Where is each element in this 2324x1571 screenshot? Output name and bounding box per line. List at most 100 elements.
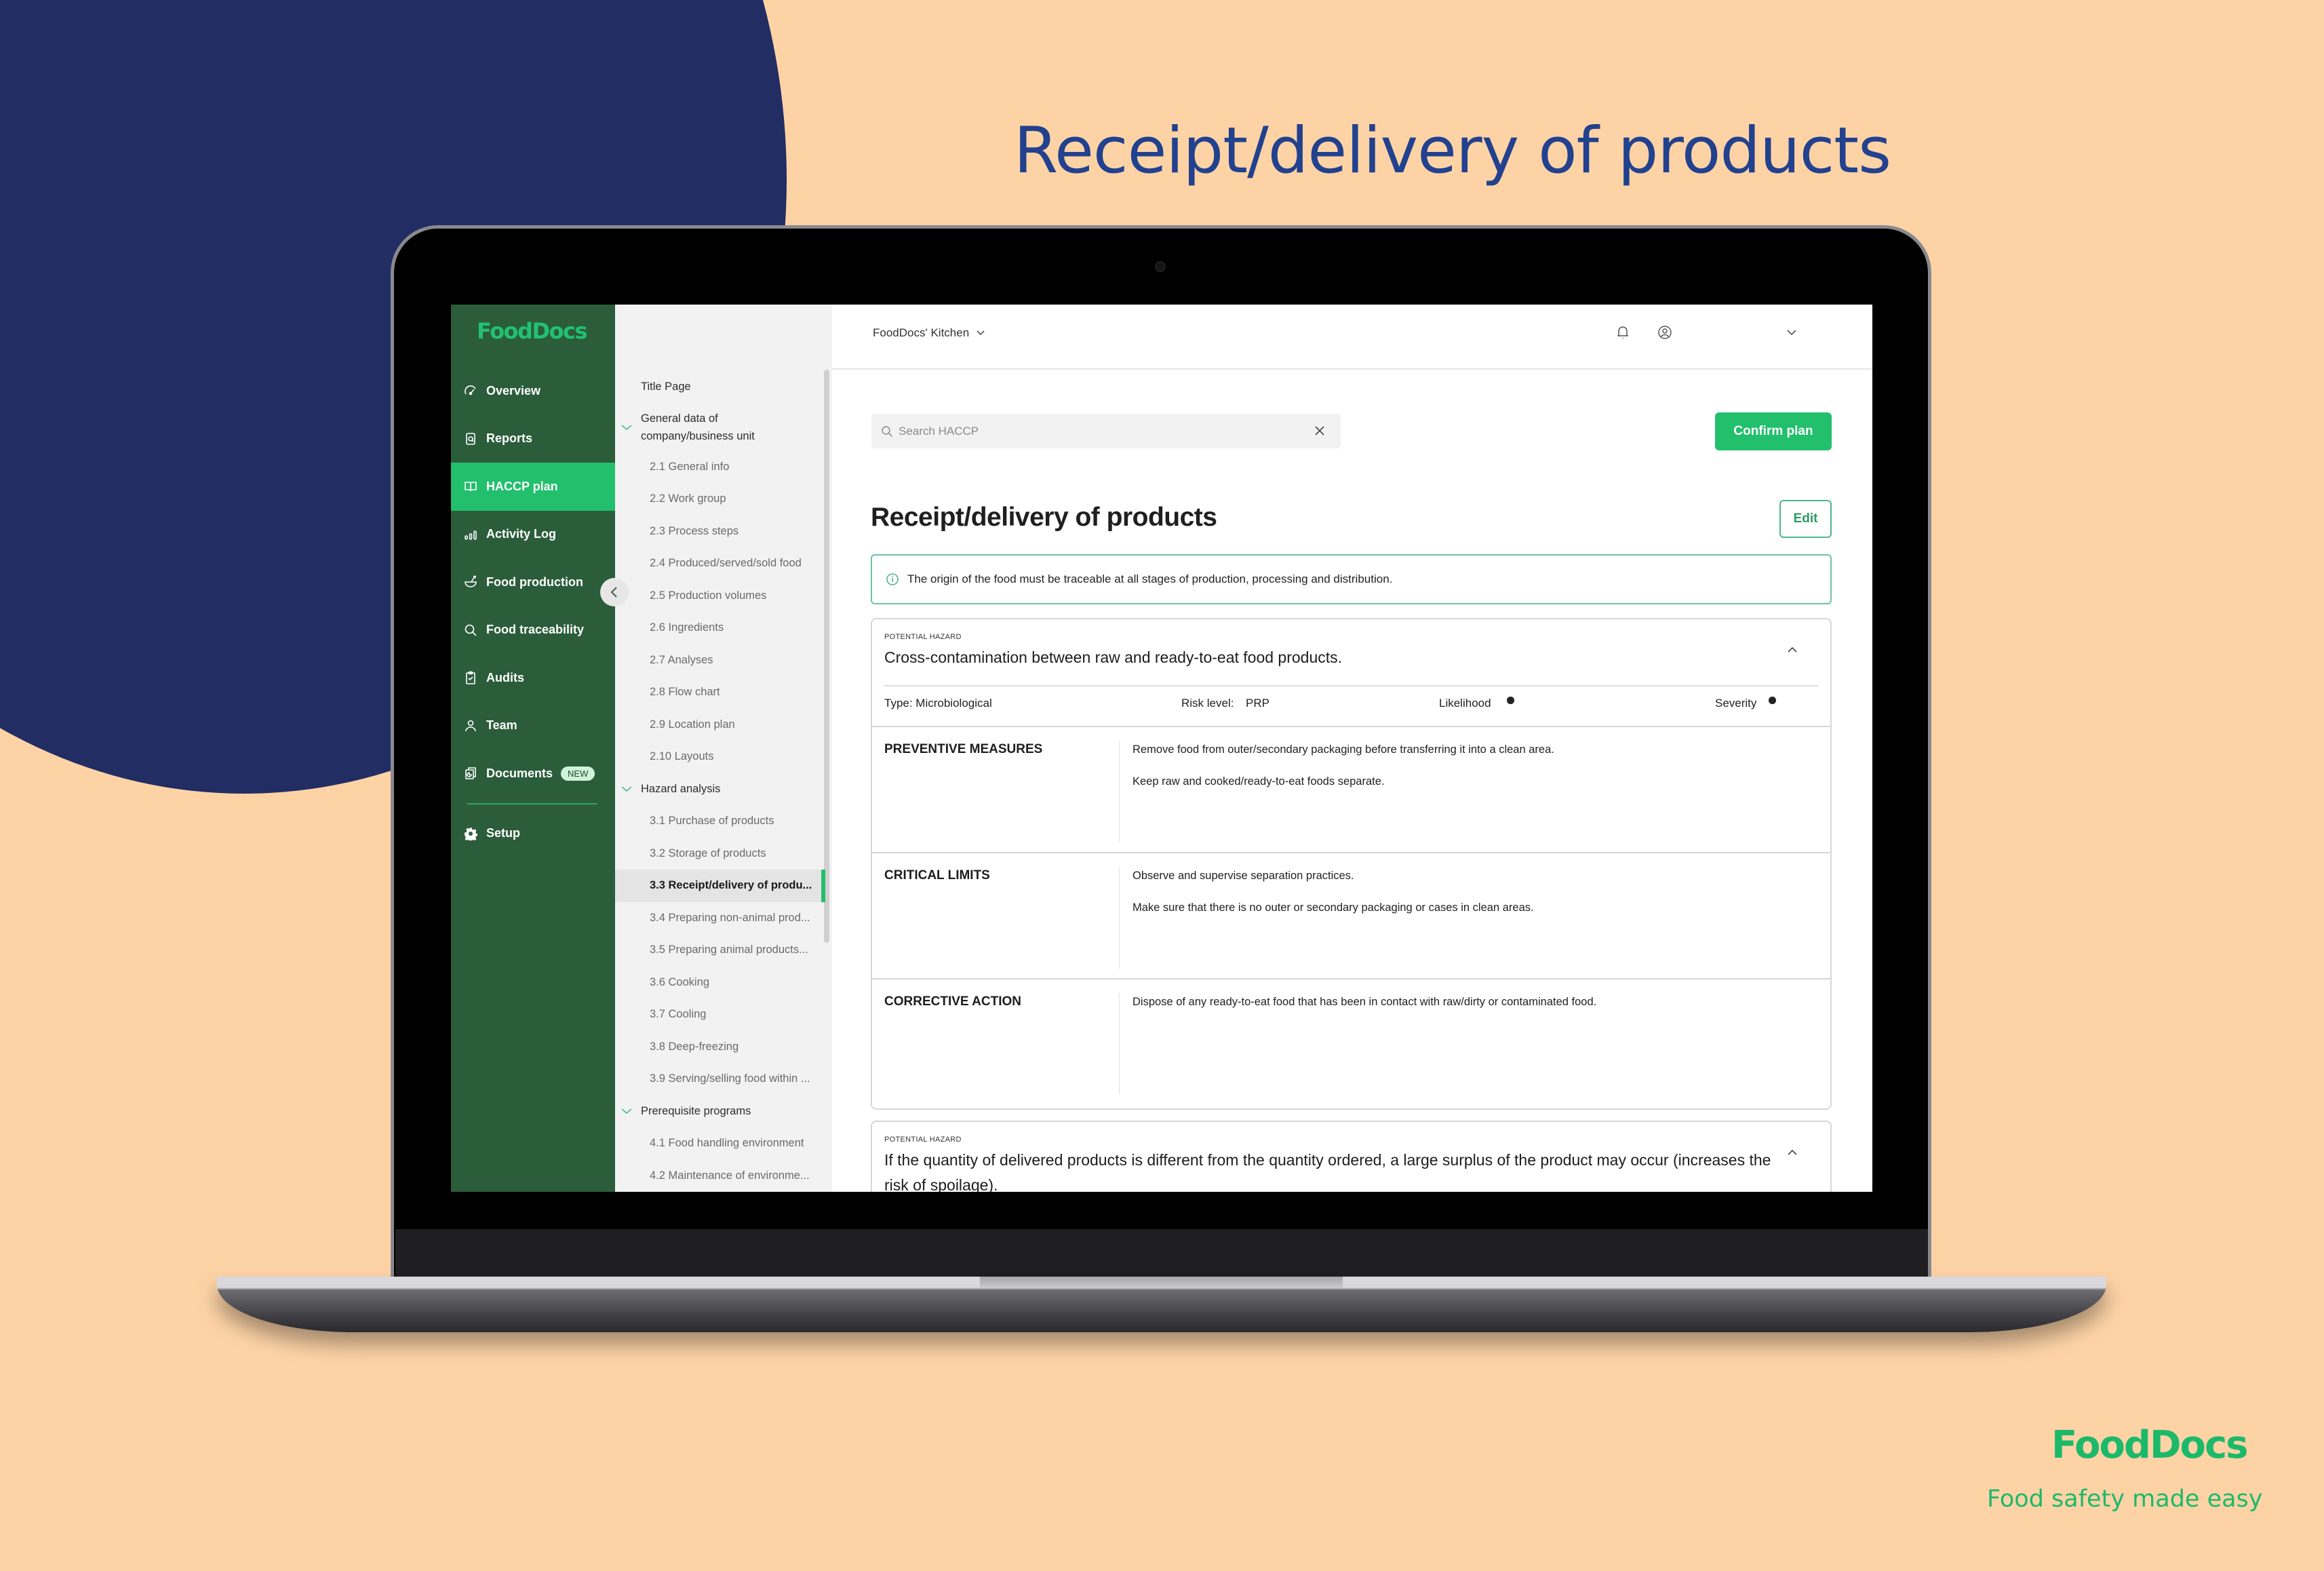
sidebar-item-label: Setup — [486, 826, 521, 840]
sidebar-item-label: Team — [486, 718, 517, 733]
hazard-title: If the quantity of delivered products is… — [884, 1151, 1771, 1192]
toc-item[interactable]: 2.6 Ingredients — [615, 612, 819, 644]
toc-item[interactable]: 2.4 Produced/served/sold food — [615, 547, 819, 580]
row-line: Remove food from outer/secondary packagi… — [1133, 743, 1554, 756]
bar-chart-icon — [463, 527, 478, 542]
sidebar-item-documents[interactable]: Documents NEW — [451, 750, 615, 798]
toc-item[interactable]: 2.10 Layouts — [615, 741, 819, 773]
laptop-chin — [395, 1229, 1928, 1278]
collapse-sidebar-button[interactable] — [600, 578, 629, 606]
speedometer-icon — [463, 383, 478, 398]
sidebar-item-reports[interactable]: Reports — [451, 415, 615, 463]
preventive-measures-row: PREVENTIVE MEASURES Remove food from out… — [872, 726, 1830, 852]
row-divider — [1119, 867, 1120, 969]
toc-item[interactable]: 4.2 Maintenance of environme... — [615, 1160, 819, 1192]
toc-item[interactable]: 3.9 Serving/selling food within ... — [615, 1063, 819, 1095]
chevron-up-icon[interactable] — [1786, 1148, 1799, 1157]
bell-icon[interactable] — [1614, 324, 1632, 341]
likelihood-label: Likelihood — [1439, 697, 1491, 710]
sidebar-divider — [467, 802, 597, 804]
toc-item[interactable]: 3.5 Preparing animal products... — [615, 934, 819, 967]
kitchen-selector[interactable]: FoodDocs' Kitchen — [873, 326, 985, 340]
main-content: FoodDocs' Kitchen Confirm plan Receipt/d… — [832, 305, 1872, 1192]
row-label: PREVENTIVE MEASURES — [884, 742, 1043, 756]
sidebar-item-label: Overview — [486, 383, 541, 397]
toc-item[interactable]: 3.8 Deep-freezing — [615, 1031, 819, 1064]
sidebar-nav: Overview Reports HACCP plan Activity Log… — [451, 367, 615, 857]
sidebar-item-label: Documents — [486, 766, 553, 780]
toc-item-active[interactable]: 3.3 Receipt/delivery of produ... — [615, 870, 825, 902]
hero-title: Receipt/delivery of products — [1014, 114, 1891, 188]
chevron-up-icon[interactable] — [1786, 645, 1799, 655]
edit-button[interactable]: Edit — [1779, 500, 1832, 538]
report-search-icon — [463, 431, 478, 446]
search-icon — [882, 425, 893, 437]
sidebar-item-label: Reports — [486, 431, 533, 446]
sidebar-item-setup[interactable]: Setup — [451, 810, 615, 858]
toc-item[interactable]: 2.8 Flow chart — [615, 676, 819, 709]
sidebar-item-activity-log[interactable]: Activity Log — [451, 511, 615, 559]
sidebar-item-label: Food production — [486, 575, 583, 589]
rating-dot-empty — [1507, 697, 1514, 704]
toc-section-general-data[interactable]: General data of company/business unit — [615, 404, 819, 451]
sidebar-item-audits[interactable]: Audits — [451, 654, 615, 702]
toc-item[interactable]: 2.2 Work group — [615, 483, 819, 516]
toc-item[interactable]: 3.1 Purchase of products — [615, 805, 819, 838]
documents-icon — [463, 766, 478, 781]
app-logo[interactable]: FoodDocs — [477, 318, 588, 344]
hazard-type: Type: Microbiological — [884, 697, 992, 710]
toc-scrollbar[interactable] — [824, 370, 829, 943]
toc-item[interactable]: 2.3 Process steps — [615, 516, 819, 548]
row-divider — [1119, 741, 1120, 842]
row-body: Observe and supervise separation practic… — [1133, 870, 1534, 933]
clipboard-icon — [463, 670, 478, 685]
chevron-left-icon — [610, 587, 617, 598]
toc-item[interactable]: 2.1 General info — [615, 451, 819, 484]
sidebar-item-label: Activity Log — [486, 527, 557, 541]
toc-item[interactable]: 4.1 Food handling environment — [615, 1127, 819, 1160]
risk-level-label: Risk level: — [1181, 697, 1234, 710]
toc-item[interactable]: 2.9 Location plan — [615, 709, 819, 741]
hazard-label: POTENTIAL HAZARD — [884, 633, 962, 641]
sidebar-item-team[interactable]: Team — [451, 702, 615, 750]
toc-item[interactable]: 3.7 Cooling — [615, 998, 819, 1031]
sidebar: FoodDocs Overview Reports HACCP plan Act… — [451, 305, 615, 1192]
haccp-toc-panel: Title Page General data of company/busin… — [615, 305, 832, 1192]
search-icon — [463, 623, 478, 638]
row-label: CORRECTIVE ACTION — [884, 994, 1021, 1009]
account-menu-chevron-icon[interactable] — [1783, 324, 1800, 341]
sidebar-item-food-production[interactable]: Food production — [451, 558, 615, 606]
toc-item[interactable]: 2.5 Production volumes — [615, 580, 819, 613]
hazard-label: POTENTIAL HAZARD — [884, 1136, 962, 1144]
rating-dot-empty — [1769, 697, 1776, 704]
laptop-notch — [980, 1277, 1343, 1287]
sidebar-item-label: Food traceability — [486, 623, 585, 637]
user-avatar-icon[interactable] — [1656, 324, 1674, 341]
sidebar-item-label: HACCP plan — [486, 479, 558, 493]
search-input[interactable] — [899, 424, 1278, 438]
sidebar-item-label: Audits — [486, 670, 524, 684]
toc-section-prerequisite-programs[interactable]: Prerequisite programs — [615, 1095, 819, 1128]
brand-tagline: Food safety made easy — [1987, 1486, 2263, 1513]
row-line: Keep raw and cooked/ready-to-eat foods s… — [1133, 775, 1385, 788]
confirm-plan-button[interactable]: Confirm plan — [1715, 412, 1832, 450]
info-text: The origin of the food must be traceable… — [907, 573, 1393, 585]
app-screen: FoodDocs Overview Reports HACCP plan Act… — [451, 305, 1872, 1192]
row-divider — [1119, 993, 1120, 1095]
toc-item[interactable]: 3.2 Storage of products — [615, 838, 819, 870]
toc-item[interactable]: 2.7 Analyses — [615, 644, 819, 677]
search-field — [871, 414, 1341, 448]
toc-item[interactable]: 3.6 Cooking — [615, 967, 819, 999]
sidebar-item-overview[interactable]: Overview — [451, 367, 615, 415]
hazard-divider — [884, 685, 1818, 686]
critical-limits-row: CRITICAL LIMITS Observe and supervise se… — [872, 852, 1830, 978]
hazard-meta: Type: Microbiological Risk level: PRP Li… — [884, 697, 1818, 713]
sidebar-item-food-traceability[interactable]: Food traceability — [451, 606, 615, 655]
hazard-card: POTENTIAL HAZARD Cross-contamination bet… — [871, 618, 1832, 1110]
toc-item[interactable]: 3.4 Preparing non-animal prod... — [615, 902, 819, 935]
clear-search-icon[interactable] — [1314, 425, 1326, 437]
toc-section-hazard-analysis[interactable]: Hazard analysis — [615, 773, 819, 806]
toc-item-title-page[interactable]: Title Page — [615, 371, 819, 404]
user-icon — [463, 718, 478, 733]
sidebar-item-haccp-plan[interactable]: HACCP plan — [451, 463, 615, 511]
